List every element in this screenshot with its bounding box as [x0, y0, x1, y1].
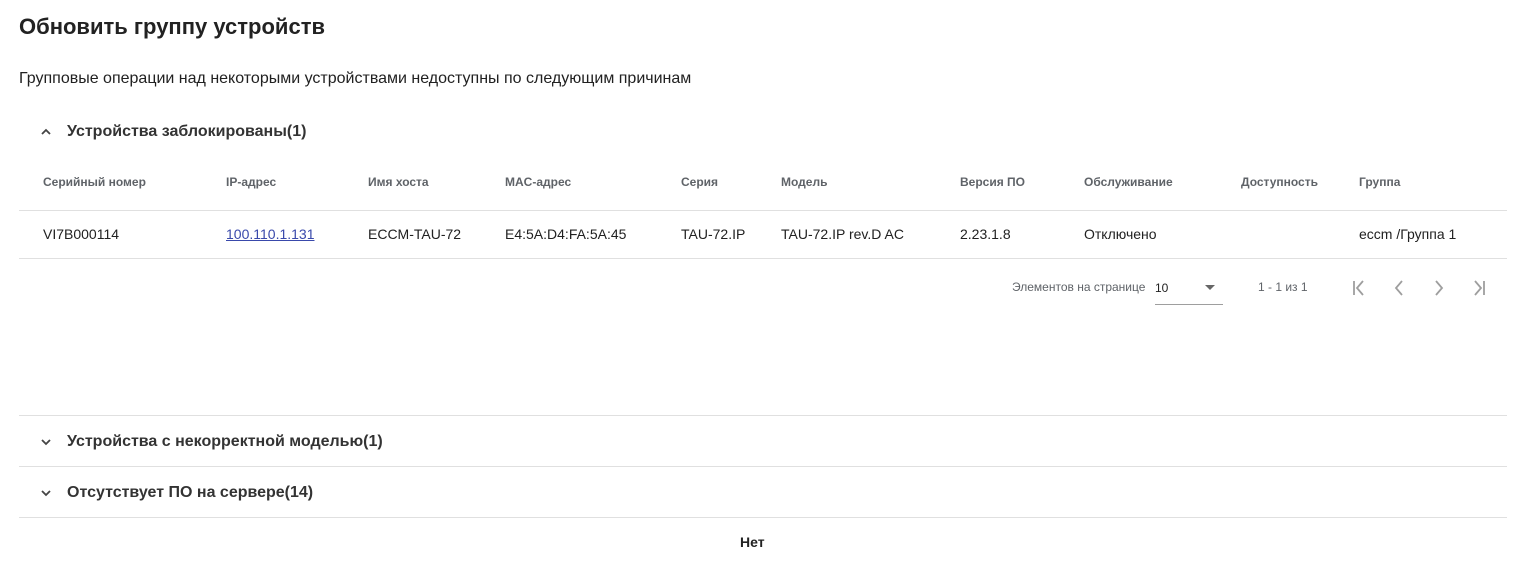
column-header-model[interactable]: Модель: [781, 175, 827, 189]
cell-firmware: 2.23.1.8: [960, 226, 1011, 242]
prev-page-icon: [1394, 280, 1403, 296]
first-page-button[interactable]: [1347, 276, 1371, 300]
column-header-firmware[interactable]: Версия ПО: [960, 175, 1025, 189]
column-header-hostname[interactable]: Имя хоста: [368, 175, 429, 189]
cell-maintenance: Отключено: [1084, 226, 1157, 242]
column-header-maintenance[interactable]: Обслуживание: [1084, 175, 1173, 189]
next-page-button[interactable]: [1427, 276, 1451, 300]
table-row: VI7B000114 100.110.1.131 ECCM-TAU-72 E4:…: [19, 211, 1507, 259]
column-header-series[interactable]: Серия: [681, 175, 718, 189]
cell-serial: VI7B000114: [43, 226, 120, 242]
chevron-down-icon: [39, 435, 53, 449]
last-page-button[interactable]: [1467, 276, 1491, 300]
page-title: Обновить группу устройств: [19, 14, 325, 39]
cell-group: eccm /Группа 1: [1359, 226, 1457, 242]
prev-page-button[interactable]: [1387, 276, 1411, 300]
panel-title: Устройства заблокированы(1): [67, 123, 307, 140]
page-description: Групповые операции над некоторыми устрой…: [19, 70, 692, 87]
blocked-devices-table: Серийный номер IP-адрес Имя хоста MAC-ад…: [19, 158, 1507, 259]
chevron-down-icon: [39, 486, 53, 500]
no-button[interactable]: Нет: [740, 534, 765, 550]
column-header-availability[interactable]: Доступность: [1241, 175, 1318, 189]
panel-title: Отсутствует ПО на сервере(14): [67, 484, 314, 501]
cell-series: TAU-72.IP: [681, 226, 746, 242]
cell-hostname: ECCM-TAU-72: [368, 226, 462, 242]
panel-divider: [19, 415, 1507, 416]
last-page-icon: [1474, 280, 1485, 296]
next-page-icon: [1435, 280, 1444, 296]
panel-title: Устройства с некорректной моделью(1): [67, 433, 383, 450]
cell-ip: 100.110.1.131: [226, 226, 315, 242]
items-per-page-label: Элементов на странице: [1012, 280, 1146, 294]
column-header-mac[interactable]: MAC-адрес: [505, 175, 571, 189]
table-header-row: Серийный номер IP-адрес Имя хоста MAC-ад…: [19, 158, 1507, 211]
page-size-value: 10: [1155, 281, 1169, 295]
column-header-ip[interactable]: IP-адрес: [226, 175, 276, 189]
page-size-select[interactable]: 10: [1155, 278, 1223, 305]
chevron-up-icon: [39, 125, 53, 139]
paginator: Элементов на странице 10 1 - 1 из 1: [0, 270, 1526, 306]
cell-mac: E4:5A:D4:FA:5A:45: [505, 226, 627, 242]
page-range-label: 1 - 1 из 1: [1258, 280, 1308, 294]
cell-model: TAU-72.IP rev.D AC: [781, 226, 904, 242]
panel-missing-firmware-header[interactable]: Отсутствует ПО на сервере(14): [19, 468, 1507, 518]
panel-divider: [19, 466, 1507, 467]
column-header-group[interactable]: Группа: [1359, 175, 1400, 189]
ip-address-link[interactable]: 100.110.1.131: [226, 226, 315, 242]
dropdown-arrow-icon: [1205, 285, 1215, 290]
panel-incorrect-model-header[interactable]: Устройства с некорректной моделью(1): [19, 417, 1507, 467]
column-header-serial[interactable]: Серийный номер: [43, 175, 146, 189]
panel-divider: [19, 517, 1507, 518]
panel-blocked-devices-header[interactable]: Устройства заблокированы(1): [19, 107, 1507, 157]
first-page-icon: [1353, 280, 1364, 296]
